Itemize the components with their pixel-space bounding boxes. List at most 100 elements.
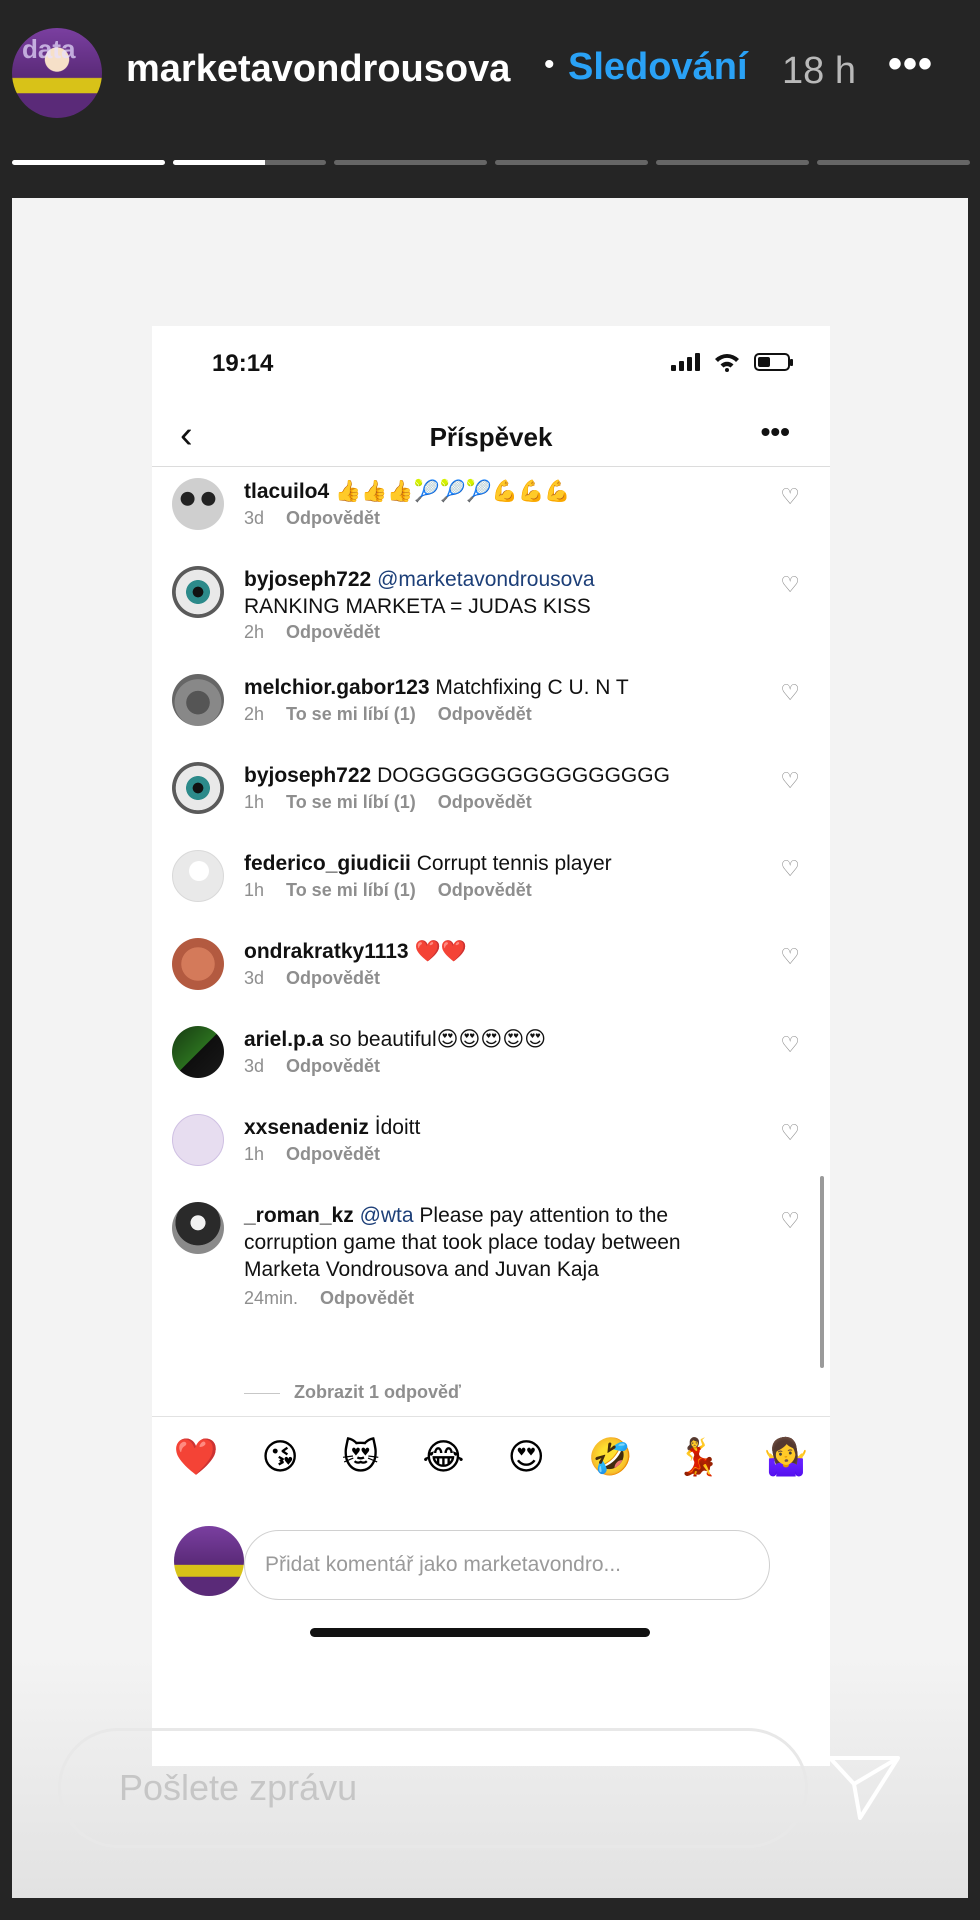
reply-button[interactable]: Odpovědět [438,704,532,725]
reply-button[interactable]: Odpovědět [286,968,380,989]
reply-button[interactable]: Odpovědět [438,792,532,813]
scrollbar[interactable] [820,1176,824,1368]
battery-level [758,357,770,367]
following-button[interactable]: Sledování [568,46,748,89]
comment-text: so beautiful😍😍😍😍😍 [329,1028,547,1051]
comment-text: RANKING MARKETA = JUDAS KISS [244,595,591,618]
reply-button[interactable]: Odpovědět [320,1288,414,1309]
comment-body: byjoseph722 DOGGGGGGGGGGGGGGGG [244,762,754,789]
send-message-input[interactable]: Pošlete zprávu [58,1728,808,1848]
comment-avatar[interactable] [172,938,224,990]
comment-username[interactable]: ariel.p.a [244,1028,323,1051]
story-avatar[interactable]: data [12,28,102,118]
comment-meta: 3d Odpovědět [244,1056,380,1077]
heart-icon[interactable]: ♡ [780,484,800,510]
reply-button[interactable]: Odpovědět [286,1056,380,1077]
comment-time: 1h [244,880,265,900]
reply-button[interactable]: Odpovědět [286,622,380,643]
comment-time: 24min. [244,1288,299,1308]
emoji-heart-eyes-cat[interactable]: 😻 [342,1436,380,1478]
comment-meta: 2h To se mi líbí (1) Odpovědět [244,704,532,725]
comment-mention[interactable]: @wta [360,1204,414,1227]
comment-body: melchior.gabor123 Matchfixing C U. N T [244,674,754,701]
comment-avatar[interactable] [172,850,224,902]
comment-text: İdoitt [374,1116,421,1139]
wifi-icon [715,354,739,372]
emoji-kiss[interactable]: 😘 [261,1436,299,1478]
comment-time: 2h [244,622,265,642]
more-options-icon[interactable]: ••• [888,42,933,87]
comment-meta: 2h Odpovědět [244,622,380,643]
emoji-heart-eyes[interactable]: 😍 [507,1436,545,1478]
comment-meta: 1h To se mi líbí (1) Odpovědět [244,880,532,901]
comment-username[interactable]: tlacuilo4 [244,480,329,503]
status-bar-icons [671,352,793,372]
comment-username[interactable]: federico_giudicii [244,852,411,875]
status-bar-time: 19:14 [212,350,274,377]
emoji-shrug[interactable]: 🤷‍♀️ [764,1436,809,1478]
send-icon[interactable] [826,1752,902,1822]
comment-avatar[interactable] [172,674,224,726]
heart-icon[interactable]: ♡ [780,1032,800,1058]
comment-username[interactable]: byjoseph722 [244,568,371,591]
emoji-heart[interactable]: ❤️ [174,1436,219,1478]
heart-icon[interactable]: ♡ [780,1120,800,1146]
progress-segment [656,160,809,165]
comment-text: Matchfixing C U. N T [435,676,629,699]
comment-avatar[interactable] [172,1202,224,1254]
battery-icon [754,353,793,371]
current-user-avatar [174,1526,244,1596]
comment-body: _roman_kz @wta Please pay attention to t… [244,1202,754,1283]
likes-button[interactable]: To se mi líbí (1) [286,880,416,901]
comment-meta: 1h To se mi líbí (1) Odpovědět [244,792,532,813]
comment-text: Corrupt tennis player [416,852,612,875]
reply-button[interactable]: Odpovědět [438,880,532,901]
story-content: 19:14 ‹ Příspěvek ••• tlacuilo4 👍👍👍🎾🎾🎾💪💪… [12,198,968,1898]
avatar-watermark: data [22,34,76,64]
comment-time: 3d [244,1056,265,1076]
progress-fill [12,160,165,165]
view-replies-link[interactable]: Zobrazit 1 odpověď [244,1382,461,1403]
progress-segment [495,160,648,165]
comment-avatar[interactable] [172,1026,224,1078]
comment-avatar[interactable] [172,566,224,618]
home-indicator [310,1628,650,1637]
comment-meta: 24min. Odpovědět [244,1288,414,1309]
progress-segment [12,160,165,165]
signal-icon [671,353,700,371]
story-username[interactable]: marketavondrousova [126,48,510,91]
heart-icon[interactable]: ♡ [780,768,800,794]
comment-username[interactable]: melchior.gabor123 [244,676,430,699]
heart-icon[interactable]: ♡ [780,572,800,598]
comment-username[interactable]: byjoseph722 [244,764,371,787]
reply-button[interactable]: Odpovědět [286,1144,380,1165]
comment-mention[interactable]: @marketavondrousova [377,568,594,591]
comment-input[interactable]: Přidat komentář jako marketavondro... [244,1530,770,1600]
heart-icon[interactable]: ♡ [780,944,800,970]
likes-button[interactable]: To se mi líbí (1) [286,704,416,725]
comment-username[interactable]: _roman_kz [244,1204,354,1227]
progress-segment [334,160,487,165]
emoji-rofl[interactable]: 🤣 [588,1436,633,1478]
comment-avatar[interactable] [172,762,224,814]
post-title: Příspěvek [429,422,553,452]
heart-icon[interactable]: ♡ [780,680,800,706]
story-header: data marketavondrousova • Sledování 18 h… [0,0,980,160]
reaction-emoji-bar: ❤️ 😘 😻 😂 😍 🤣 💃 🤷‍♀️ [152,1416,830,1497]
emoji-tears-of-joy[interactable]: 😂 [422,1436,464,1478]
story-timestamp: 18 h [782,50,856,92]
progress-segment [173,160,326,165]
heart-icon[interactable]: ♡ [780,856,800,882]
comment-time: 3d [244,508,265,528]
emoji-dancer[interactable]: 💃 [676,1436,721,1478]
comment-meta: 3d Odpovědět [244,968,380,989]
post-more-icon[interactable]: ••• [761,416,790,448]
heart-icon[interactable]: ♡ [780,1208,800,1234]
progress-fill [173,160,265,165]
reply-button[interactable]: Odpovědět [286,508,380,529]
comment-username[interactable]: ondrakratky1113 [244,940,409,963]
comment-avatar[interactable] [172,478,224,530]
likes-button[interactable]: To se mi líbí (1) [286,792,416,813]
comment-avatar[interactable] [172,1114,224,1166]
comment-username[interactable]: xxsenadeniz [244,1116,369,1139]
